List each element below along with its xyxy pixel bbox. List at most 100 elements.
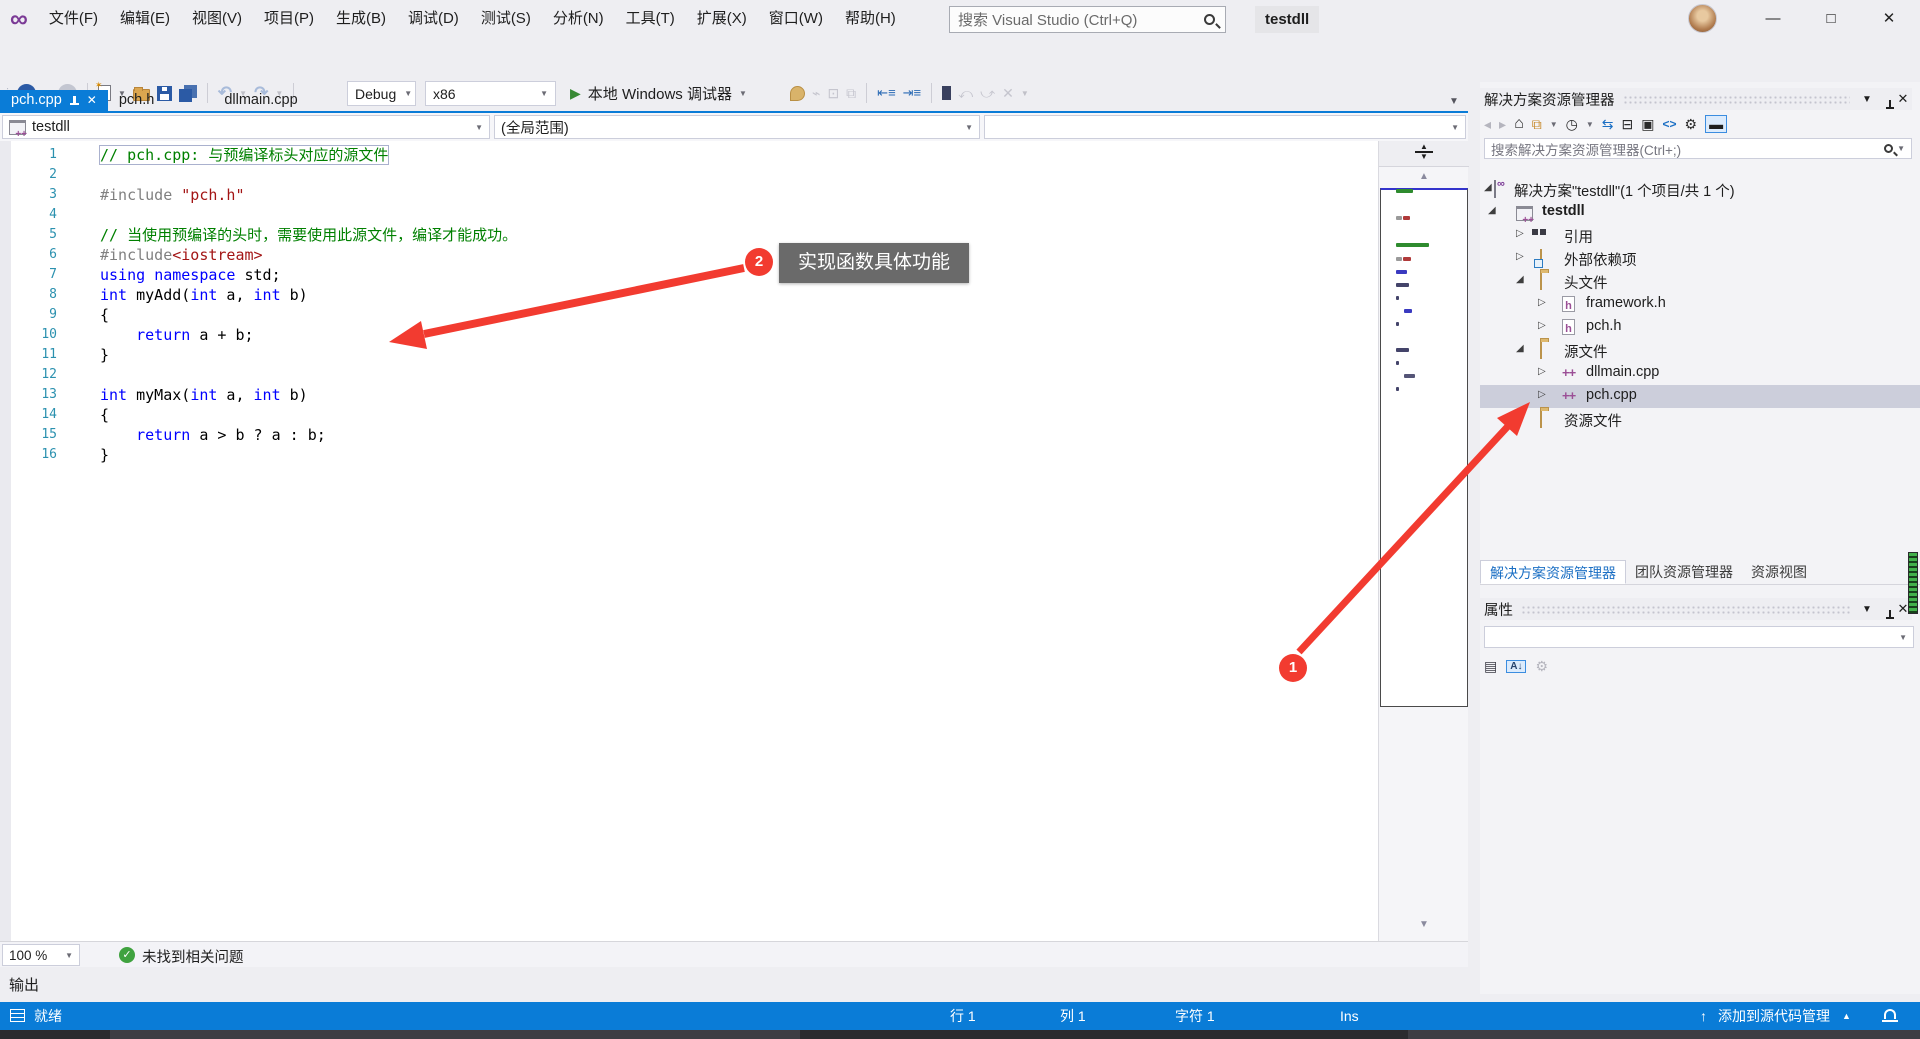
document-list-dropdown[interactable]: ▼ (1449, 96, 1459, 107)
tree-item-framework-h[interactable]: ▷ framework.h (1480, 293, 1920, 316)
account-avatar[interactable] (1688, 4, 1717, 33)
close-button[interactable]: ✕ (1860, 0, 1918, 38)
expand-icon[interactable]: ▷ (1538, 297, 1546, 308)
properties-object-combo[interactable]: ▼ (1484, 626, 1914, 648)
categorized-view-icon[interactable]: ▤ (1484, 658, 1497, 675)
scroll-map-viewport[interactable] (1380, 188, 1468, 707)
filter-dropdown[interactable]: ▼ (1586, 120, 1594, 129)
menu-tools[interactable]: 工具(T) (615, 0, 686, 38)
menu-edit[interactable]: 编辑(E) (109, 0, 181, 38)
line-number: 12 (41, 367, 57, 382)
pending-changes-filter-icon[interactable]: ◷ (1566, 116, 1578, 133)
tab-pch-h[interactable]: pch.h (108, 90, 165, 111)
tree-item-dllmain-cpp[interactable]: ▷ ++ dllmain.cpp (1480, 362, 1920, 385)
collapse-icon[interactable]: ◢ (1516, 274, 1524, 285)
pin-icon[interactable] (69, 95, 79, 107)
scc-dropdown-icon[interactable]: ▲ (1842, 1002, 1851, 1030)
menu-help[interactable]: 帮助(H) (834, 0, 907, 38)
preview-selected-items-toggle[interactable]: ▬ (1705, 115, 1728, 133)
close-tab-icon[interactable]: ✕ (87, 90, 97, 111)
maximize-button[interactable]: □ (1802, 0, 1860, 38)
show-all-files-icon[interactable]: ▣ (1641, 116, 1654, 133)
tool-tab-team-explorer[interactable]: 团队资源管理器 (1626, 560, 1742, 584)
quick-search-box[interactable]: 搜索 Visual Studio (Ctrl+Q) (949, 6, 1226, 33)
menu-debug[interactable]: 调试(D) (397, 0, 470, 38)
search-icon (1204, 14, 1215, 25)
switch-views-icon[interactable]: ⧉ (1532, 116, 1542, 133)
expand-icon[interactable]: ▷ (1516, 251, 1524, 262)
pane-options-icon[interactable]: ▼ (1858, 604, 1876, 615)
add-to-source-control-button[interactable]: 添加到源代码管理 (1718, 1002, 1830, 1030)
home-icon[interactable]: ⌂ (1514, 115, 1524, 133)
collapse-all-icon[interactable]: ⊟ (1622, 116, 1634, 133)
pane-grip[interactable] (1622, 94, 1850, 104)
editor-splitter[interactable]: ▲ ▼ (1379, 141, 1469, 167)
menu-extensions[interactable]: 扩展(X) (686, 0, 758, 38)
tool-tab-resource-view[interactable]: 资源视图 (1742, 560, 1816, 584)
scroll-up-icon[interactable]: ▲ (1379, 171, 1469, 182)
alphabetical-sort-icon[interactable]: A↓ (1506, 659, 1527, 673)
se-forward-icon[interactable]: ▸ (1499, 116, 1506, 133)
notification-bell-icon[interactable] (1882, 1009, 1898, 1022)
menu-analyze[interactable]: 分析(N) (542, 0, 615, 38)
code-token: namespace (154, 266, 236, 284)
properties-icon[interactable]: ⚙ (1685, 116, 1698, 133)
up-arrow-icon: ↑ (1700, 1008, 1707, 1024)
expand-icon[interactable]: ▷ (1516, 228, 1524, 239)
menu-window[interactable]: 窗口(W) (758, 0, 834, 38)
switch-views-dropdown[interactable]: ▼ (1550, 120, 1558, 129)
code-token: int (100, 386, 128, 404)
tab-pch-cpp[interactable]: pch.cpp ✕ (0, 90, 108, 111)
expand-icon[interactable]: ▷ (1538, 320, 1546, 331)
code-token: a + b; (190, 326, 254, 344)
scroll-down-icon[interactable]: ▼ (1379, 919, 1469, 930)
output-window-icon[interactable] (10, 1009, 25, 1022)
menu-project[interactable]: 项目(P) (253, 0, 325, 38)
expand-icon[interactable]: ▷ (1538, 366, 1546, 377)
sync-with-active-document-icon[interactable]: ⇆ (1602, 116, 1614, 133)
menu-build[interactable]: 生成(B) (325, 0, 397, 38)
tab-dllmain-cpp[interactable]: dllmain.cpp (213, 90, 308, 111)
tree-item-header-files[interactable]: ◢ 头文件 (1480, 270, 1920, 293)
menu-test[interactable]: 测试(S) (470, 0, 542, 38)
view-code-icon[interactable]: <> (1663, 117, 1677, 131)
solution-explorer-search[interactable]: 搜索解决方案资源管理器(Ctrl+;) ▼ (1484, 138, 1912, 159)
tree-item-pch-cpp[interactable]: ▷ ++ pch.cpp (1480, 385, 1920, 408)
scroll-map-mark (1403, 257, 1411, 261)
tree-item-external-dependencies[interactable]: ▷ 外部依赖项 (1480, 247, 1920, 270)
tree-item-solution[interactable]: ◢ 解决方案"testdll"(1 个项目/共 1 个) (1480, 178, 1920, 201)
minimize-button[interactable]: — (1744, 0, 1802, 38)
tree-item-source-files[interactable]: ◢ 源文件 (1480, 339, 1920, 362)
editor-zoom-combo[interactable]: 100 % ▼ (2, 944, 80, 966)
se-back-icon[interactable]: ◂ (1484, 116, 1491, 133)
tree-item-references[interactable]: ▷ 引用 (1480, 224, 1920, 247)
tree-item-pch-h[interactable]: ▷ pch.h (1480, 316, 1920, 339)
property-pages-icon[interactable]: ⚙ (1535, 658, 1548, 675)
collapse-icon[interactable]: ◢ (1484, 182, 1492, 193)
code-token: } (100, 346, 110, 364)
edge-scroll-indicator (1908, 552, 1918, 614)
expand-icon[interactable]: ▷ (1538, 389, 1546, 400)
tool-tab-solution-explorer[interactable]: 解决方案资源管理器 (1480, 560, 1626, 584)
close-pane-icon[interactable]: ✕ (1894, 91, 1912, 107)
health-check-icon[interactable]: ✓ (119, 947, 135, 963)
collapse-icon[interactable]: ◢ (1488, 205, 1496, 216)
menu-view[interactable]: 视图(V) (181, 0, 253, 38)
type-scope-combo[interactable]: (全局范围) ▼ (494, 115, 980, 139)
solution-explorer-header: 解决方案资源管理器 ▼ ✕ (1480, 88, 1912, 110)
tree-item-project-testdll[interactable]: ◢ testdll (1480, 201, 1920, 226)
editor-scroll-map[interactable]: ▲ ▼ ▲ ▼ (1378, 141, 1469, 941)
member-scope-combo[interactable]: ▼ (984, 115, 1466, 139)
pane-grip[interactable] (1521, 604, 1850, 614)
collapse-icon[interactable]: ◢ (1516, 343, 1524, 354)
menu-file[interactable]: 文件(F) (38, 0, 109, 38)
search-options-dropdown[interactable]: ▼ (1897, 144, 1905, 153)
pane-options-icon[interactable]: ▼ (1858, 94, 1876, 105)
tree-item-resource-files[interactable]: 资源文件 (1480, 408, 1920, 431)
line-text: { (100, 305, 109, 325)
fol-file-icon (1540, 341, 1542, 359)
code-editor[interactable]: 1 // pch.cpp: 与预编译标头对应的源文件 2 3 #include "pch… (0, 141, 1378, 941)
code-token: int (190, 386, 218, 404)
project-scope-combo[interactable]: testdll ▼ (2, 115, 490, 140)
